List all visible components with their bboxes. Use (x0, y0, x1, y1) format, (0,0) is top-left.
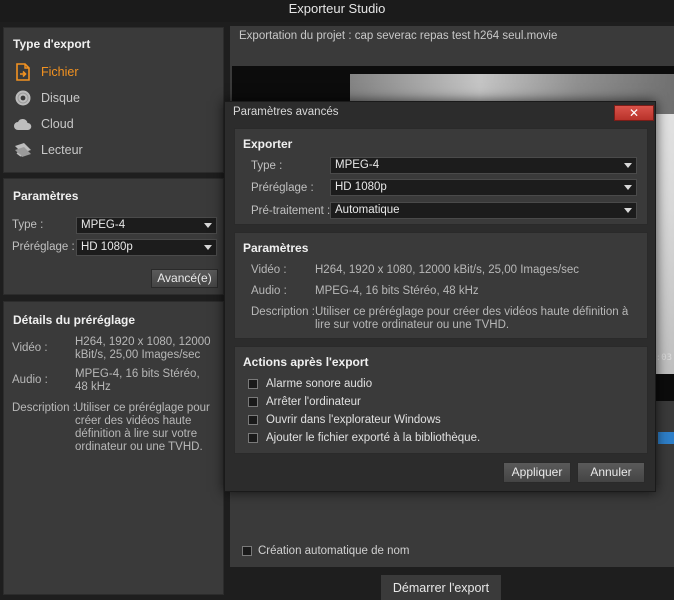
dialog-preprocess-label: Pré-traitement : (251, 205, 331, 217)
details-description-value: Utiliser ce préréglage pour créer des vi… (75, 402, 210, 453)
dialog-preprocess-value: Automatique (335, 204, 400, 216)
action-option[interactable]: Alarme sonore audio (248, 378, 372, 390)
dialog-title: Paramètres avancés (233, 106, 339, 118)
details-panel: Détails du préréglage Vidéo : H264, 1920… (3, 301, 224, 595)
chevron-down-icon (624, 208, 632, 213)
cancel-button[interactable]: Annuler (577, 462, 645, 483)
dialog-preprocess-select[interactable]: Automatique (330, 202, 637, 219)
dialog-params-title: Paramètres (243, 241, 309, 255)
close-button[interactable]: ✕ (614, 105, 654, 121)
dialog-audio-value: MPEG-4, 16 bits Stéréo, 48 kHz (315, 285, 479, 297)
disc-icon (13, 88, 33, 108)
chevron-down-icon (624, 163, 632, 168)
dialog-type-label: Type : (251, 160, 283, 172)
advanced-settings-dialog: Paramètres avancés ✕ Exporter Type : MPE… (224, 101, 656, 492)
action-option[interactable]: Ajouter le fichier exporté à la biblioth… (248, 432, 480, 444)
window-title: Exporteur Studio (0, 0, 674, 22)
start-export-button[interactable]: Démarrer l'export (381, 575, 501, 600)
details-audio-label: Audio : (12, 374, 48, 386)
actions-title: Actions après l'export (243, 355, 369, 369)
export-type-title: Type d'export (13, 37, 91, 51)
export-type-file[interactable]: Fichier (13, 61, 79, 83)
action-label: Ouvrir dans l'explorateur Windows (266, 414, 441, 426)
details-title: Détails du préréglage (13, 313, 136, 327)
export-section-title: Exporter (243, 137, 293, 151)
export-type-device-label: Lecteur (41, 143, 83, 157)
details-description-label: Description : (12, 402, 76, 414)
action-option[interactable]: Arrêter l'ordinateur (248, 396, 361, 408)
action-label: Ajouter le fichier exporté à la biblioth… (266, 432, 481, 444)
project-label: Exportation du projet : cap severac repa… (239, 30, 558, 42)
file-export-icon (13, 62, 33, 82)
details-video-label: Vidéo : (12, 342, 48, 354)
dialog-audio-label: Audio : (251, 285, 287, 297)
auto-name-label: Création automatique de nom (258, 545, 410, 557)
dialog-video-value: H264, 1920 x 1080, 12000 kBit/s, 25,00 I… (315, 264, 580, 276)
details-video-value: H264, 1920 x 1080, 12000 kBit/s, 25,00 I… (75, 336, 211, 361)
auto-name-option[interactable]: Création automatique de nom (242, 545, 410, 557)
export-type-cloud-label: Cloud (41, 117, 74, 131)
action-label: Alarme sonore audio (266, 378, 373, 390)
cloud-icon (13, 114, 33, 134)
action-label: Arrêter l'ordinateur (266, 396, 361, 408)
dialog-preset-label: Préréglage : (251, 182, 314, 194)
dialog-video-label: Vidéo : (251, 264, 287, 276)
export-type-cloud[interactable]: Cloud (13, 113, 74, 135)
export-type-device[interactable]: Lecteur (13, 139, 83, 161)
post-export-actions-section: Actions après l'export Alarme sonore aud… (234, 346, 648, 454)
advanced-button[interactable]: Avancé(e) (151, 269, 218, 288)
dialog-preset-select[interactable]: HD 1080p (330, 179, 637, 196)
auto-name-checkbox[interactable] (242, 546, 252, 556)
params-panel: Paramètres Type : MPEG-4 Préréglage : HD… (3, 178, 224, 295)
preset-select[interactable]: HD 1080p (76, 239, 217, 256)
action-checkbox[interactable] (248, 379, 258, 389)
export-type-disc-label: Disque (41, 91, 80, 105)
device-icon (13, 140, 33, 160)
dialog-type-select[interactable]: MPEG-4 (330, 157, 637, 174)
dialog-description-value: Utiliser ce préréglage pour créer des vi… (315, 306, 629, 331)
export-type-file-label: Fichier (41, 65, 79, 79)
export-type-panel: Type d'export Fichier Disque Cloud Lecte… (3, 27, 224, 173)
export-type-disc[interactable]: Disque (13, 87, 80, 109)
action-checkbox[interactable] (248, 397, 258, 407)
dialog-params-section: Paramètres Vidéo : H264, 1920 x 1080, 12… (234, 232, 648, 339)
close-icon: ✕ (628, 106, 640, 120)
action-checkbox[interactable] (248, 415, 258, 425)
params-title: Paramètres (13, 189, 79, 203)
type-select-value: MPEG-4 (81, 219, 126, 231)
dialog-type-value: MPEG-4 (335, 159, 380, 171)
preset-label: Préréglage : (12, 241, 75, 253)
action-option[interactable]: Ouvrir dans l'explorateur Windows (248, 414, 441, 426)
apply-button[interactable]: Appliquer (503, 462, 571, 483)
type-label: Type : (12, 219, 44, 231)
progress-indicator (658, 432, 674, 444)
chevron-down-icon (204, 223, 212, 228)
preset-select-value: HD 1080p (81, 241, 133, 253)
details-audio-value: MPEG-4, 16 bits Stéréo, 48 kHz (75, 368, 200, 393)
chevron-down-icon (204, 245, 212, 250)
action-checkbox[interactable] (248, 433, 258, 443)
dialog-description-label: Description : (251, 306, 315, 318)
export-section: Exporter Type : MPEG-4 Préréglage : HD 1… (234, 128, 648, 225)
type-select[interactable]: MPEG-4 (76, 217, 217, 234)
dialog-preset-value: HD 1080p (335, 181, 387, 193)
chevron-down-icon (624, 185, 632, 190)
